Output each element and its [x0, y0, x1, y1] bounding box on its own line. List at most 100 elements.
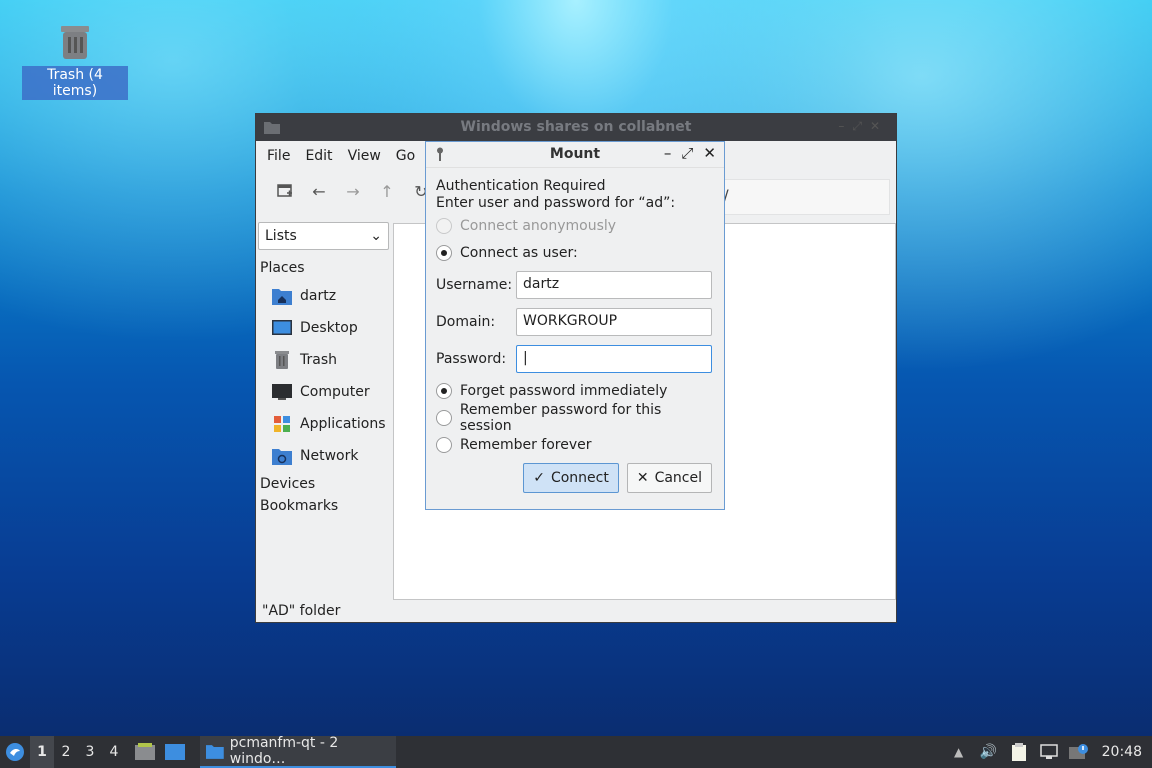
workspace-4[interactable]: 4 [102, 744, 126, 760]
text-cursor: | [523, 349, 528, 366]
computer-icon [272, 384, 292, 400]
minimize-icon[interactable]: – [664, 144, 672, 162]
new-tab-button[interactable] [268, 176, 302, 206]
devices-header[interactable]: Devices [260, 476, 390, 492]
place-computer[interactable]: Computer [258, 376, 390, 408]
radio-label: Connect anonymously [460, 217, 617, 234]
show-desktop-icon [165, 744, 185, 760]
maximize-icon[interactable]: ⤢ [852, 119, 870, 133]
cancel-button[interactable]: ✕ Cancel [626, 463, 712, 493]
place-label: Trash [300, 352, 337, 368]
menu-view[interactable]: View [343, 148, 391, 164]
username-label: Username: [436, 276, 513, 293]
task-label: pcmanfm-qt - 2 windo… [229, 735, 339, 767]
clipboard-button[interactable] [1004, 743, 1034, 761]
network-button[interactable] [1034, 744, 1064, 760]
arrow-up-icon: ▲ [954, 745, 964, 759]
place-applications[interactable]: Applications [258, 408, 390, 440]
close-icon[interactable]: ✕ [870, 119, 888, 133]
place-label: Applications [300, 416, 386, 432]
folder-icon [206, 745, 224, 759]
back-button[interactable]: ← [302, 176, 336, 206]
place-trash[interactable]: Trash [258, 344, 390, 376]
trash-icon [275, 351, 289, 369]
close-icon[interactable]: ✕ [703, 144, 716, 162]
system-tray: ▲ 🔊 20:48 [944, 736, 1152, 768]
minimize-icon[interactable]: – [838, 119, 852, 133]
taskbar: 1 2 3 4 pcmanfm-qt - 2 windo… ▲ 🔊 20:48 [0, 735, 1152, 768]
trash-icon [55, 22, 95, 62]
forward-button[interactable]: → [336, 176, 370, 206]
status-bar: "AD" folder [262, 603, 341, 619]
auth-prompt-text: Enter user and password for “ad”: [436, 195, 676, 211]
place-desktop[interactable]: Desktop [258, 312, 390, 344]
domain-field[interactable]: WORKGROUP [516, 307, 712, 336]
auth-required-text: Authentication Required [436, 178, 606, 194]
arrow-left-icon: ← [312, 181, 326, 201]
connect-as-user-radio[interactable]: Connect as user: [436, 239, 714, 266]
lxqt-logo-icon [6, 743, 24, 761]
side-view-mode-select[interactable]: Lists ⌄ [258, 222, 389, 250]
forget-password-radio[interactable]: Forget password immediately [436, 377, 714, 404]
place-home[interactable]: dartz [258, 280, 390, 312]
home-folder-icon [272, 289, 292, 305]
desktop-icon [272, 320, 292, 335]
remember-session-radio[interactable]: Remember password for this session [436, 401, 714, 434]
applications-icon [274, 416, 290, 432]
remember-forever-radio[interactable]: Remember forever [436, 431, 714, 458]
password-row: Password: | [436, 340, 714, 377]
radio-label: Forget password immediately [460, 382, 668, 399]
place-label: Network [300, 448, 359, 464]
places-header[interactable]: Places [260, 260, 390, 276]
workspace-1[interactable]: 1 [30, 736, 54, 768]
password-field[interactable]: | [516, 344, 712, 373]
menu-go[interactable]: Go [391, 148, 425, 164]
start-menu-button[interactable] [0, 742, 30, 762]
task-pcmanfm[interactable]: pcmanfm-qt - 2 windo… [200, 735, 396, 768]
new-tab-icon [277, 184, 292, 197]
window-titlebar[interactable]: Windows shares on collabnet –⤢✕ [256, 114, 896, 141]
tray-scroll[interactable]: ▲ [944, 745, 974, 759]
up-button[interactable]: ↑ [370, 176, 404, 206]
clock[interactable]: 20:48 [1094, 744, 1152, 760]
clipboard-icon [1011, 743, 1026, 761]
quicklaunch-desktop[interactable] [160, 744, 190, 760]
side-pane: Lists ⌄ Places dartz Desktop Trash Compu… [258, 222, 390, 520]
radio-indicator [436, 244, 452, 261]
x-icon: ✕ [636, 470, 649, 486]
chevron-down-icon: ⌄ [370, 228, 382, 244]
file-manager-icon [135, 743, 155, 760]
quicklaunch-filemanager[interactable] [130, 743, 160, 761]
network-folder-icon [272, 449, 292, 465]
cancel-label: Cancel [654, 470, 702, 486]
volume-button[interactable]: 🔊 [974, 744, 1004, 760]
place-label: dartz [300, 288, 337, 304]
notification-icon [1068, 744, 1088, 759]
notification-button[interactable] [1064, 743, 1094, 761]
place-label: Desktop [300, 320, 358, 336]
menu-edit[interactable]: Edit [300, 148, 342, 164]
maximize-icon[interactable]: ⤢ [681, 144, 693, 162]
arrow-right-icon: → [346, 181, 360, 201]
username-field[interactable]: dartz [516, 270, 712, 299]
connect-anonymously-radio[interactable]: Connect anonymously [436, 212, 714, 239]
dialog-controls: – ⤢ ✕ [664, 144, 716, 162]
mount-dialog: Mount – ⤢ ✕ Authentication Required Ente… [425, 141, 725, 510]
bookmarks-header[interactable]: Bookmarks [260, 498, 390, 514]
speaker-icon: 🔊 [979, 744, 998, 760]
radio-indicator [436, 436, 452, 453]
desktop-trash[interactable]: Trash (4 items) [22, 22, 128, 100]
domain-label: Domain: [436, 313, 496, 330]
window-title: Windows shares on collabnet [460, 119, 692, 135]
radio-label: Connect as user: [460, 244, 578, 261]
menu-file[interactable]: File [262, 148, 300, 164]
workspace-3[interactable]: 3 [78, 744, 102, 760]
password-label: Password: [436, 350, 507, 367]
connect-button[interactable]: ✓ Connect [523, 463, 619, 493]
path-bar[interactable]: t/ [712, 179, 890, 215]
workspace-2[interactable]: 2 [54, 744, 78, 760]
side-view-mode-value: Lists [265, 228, 297, 244]
radio-label: Remember password for this session [459, 401, 662, 434]
place-network[interactable]: Network [258, 440, 390, 472]
dialog-titlebar[interactable]: Mount – ⤢ ✕ [426, 142, 724, 168]
